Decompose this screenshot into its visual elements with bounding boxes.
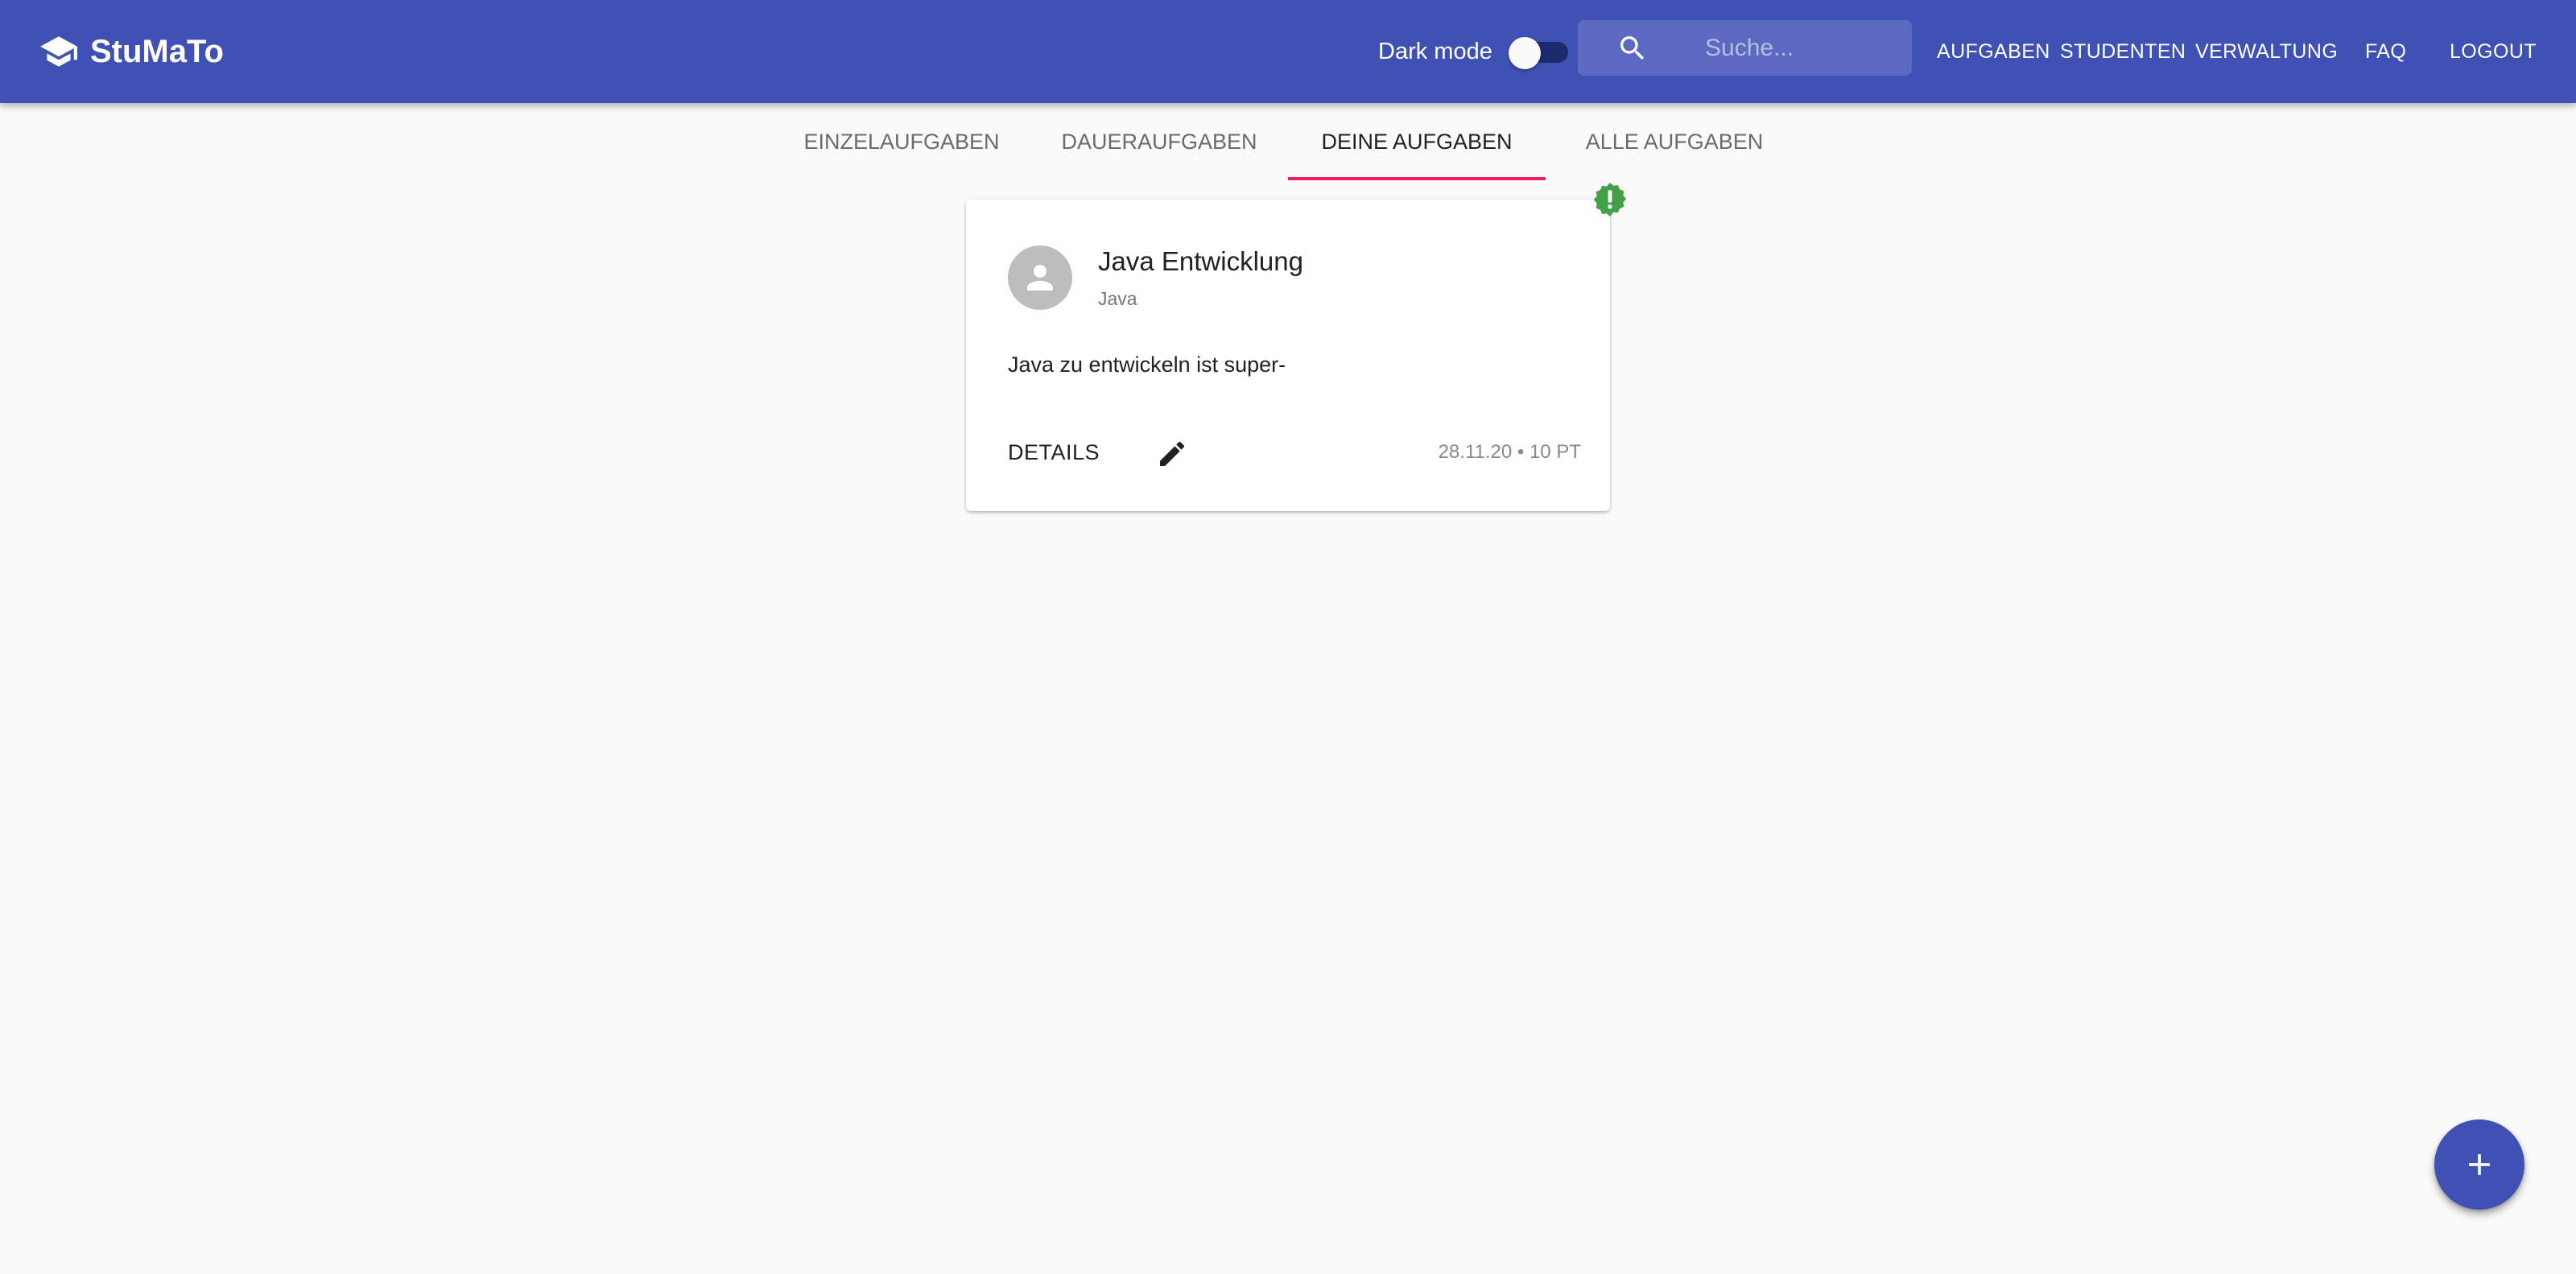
tab-daueraufgaben[interactable]: DAUERAUFGABEN: [1030, 103, 1288, 180]
dark-mode-label: Dark mode: [1378, 38, 1492, 64]
search-box: [1578, 20, 1912, 76]
alert-badge-icon: [1591, 180, 1629, 219]
toggle-thumb: [1509, 37, 1541, 69]
add-task-button[interactable]: [2434, 1119, 2524, 1210]
task-subtitle: Java: [1098, 288, 1137, 309]
pencil-icon: [1160, 441, 1185, 466]
details-button[interactable]: DETAILS: [1008, 433, 1100, 472]
task-description: Java zu entwickeln ist super-: [1008, 353, 1286, 377]
plus-icon: [2469, 1154, 2490, 1175]
avatar: [1008, 245, 1072, 310]
task-meta: 28.11.20 • 10 PT: [1438, 441, 1581, 463]
dark-mode-toggle[interactable]: [1509, 37, 1571, 69]
school-cap-icon: [40, 36, 77, 67]
nav-verwaltung[interactable]: VERWALTUNG: [2195, 0, 2338, 103]
tab-deine-aufgaben[interactable]: DEINE AUFGABEN: [1288, 103, 1546, 180]
nav-faq[interactable]: FAQ: [2365, 0, 2406, 103]
search-input[interactable]: [1705, 20, 1898, 76]
search-icon: [1620, 36, 1645, 60]
tab-alle-aufgaben[interactable]: ALLE AUFGABEN: [1546, 103, 1803, 180]
tab-einzelaufgaben[interactable]: EINZELAUFGABEN: [773, 103, 1030, 180]
nav-logout[interactable]: LOGOUT: [2450, 0, 2537, 103]
task-tabs: EINZELAUFGABEN DAUERAUFGABEN DEINE AUFGA…: [773, 103, 1803, 180]
app-bar: StuMaTo Dark mode AUFGABEN STUDENTEN VER…: [0, 0, 2576, 103]
active-tab-indicator: [1288, 177, 1546, 180]
edit-button[interactable]: [1153, 435, 1191, 473]
app-title: StuMaTo: [90, 33, 224, 69]
person-icon: [1027, 265, 1053, 291]
brand[interactable]: StuMaTo: [39, 0, 224, 103]
nav-aufgaben[interactable]: AUFGABEN: [1937, 0, 2050, 103]
task-card: Java Entwicklung Java Java zu entwickeln…: [966, 200, 1610, 511]
nav-studenten[interactable]: STUDENTEN: [2060, 0, 2186, 103]
task-title: Java Entwicklung: [1098, 246, 1303, 276]
dark-mode-control: Dark mode: [1378, 0, 1568, 103]
